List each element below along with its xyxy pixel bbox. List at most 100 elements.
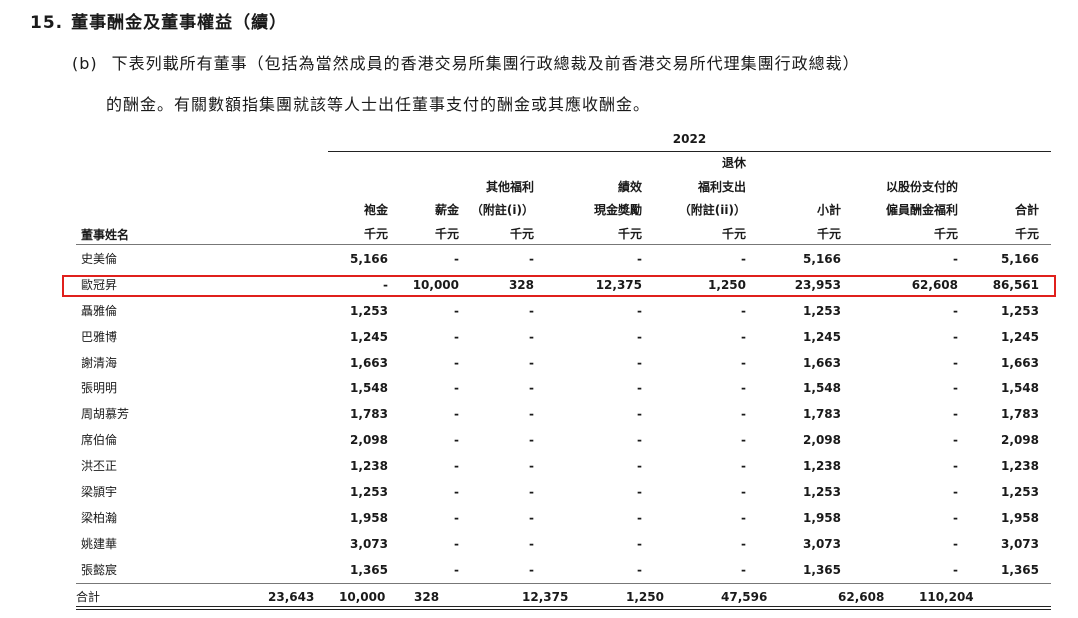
value-cell: 2,098 [1001, 433, 1039, 448]
value-cell: 1,245 [1001, 329, 1039, 344]
total-rule-bottom [76, 606, 1051, 607]
column-header-line: 績效 [617, 179, 642, 194]
total-rule-top [76, 583, 1051, 584]
table-row: 姚建華 3,073- - - -3,073-3,073 [76, 532, 1051, 558]
column-header-line: （附註(i)） [470, 203, 534, 217]
value-cell: - [637, 485, 642, 500]
column-header-line: 退休 [721, 156, 746, 170]
column-header-line: 以股份支付的 [885, 179, 958, 194]
table-row: 歐冠昇 -10,000 328 12,375 1,250 23,953 62,608 86,5… [76, 273, 1051, 299]
table-row: 謝清海 1,663- - - -1,663-1,663 [76, 351, 1051, 377]
value-cell: - [529, 355, 534, 370]
value-cell: - [637, 536, 642, 551]
table-row: 史美倫 5,166- - - -5,166-5,166 [76, 247, 1051, 273]
value-cell: - [637, 303, 642, 318]
column-header-8: 合計 千元 [919, 199, 1039, 246]
director-name: 巴雅博 [81, 329, 118, 344]
year-header: 2022 [672, 132, 707, 146]
section-title: 董事酬金及董事權益（續） [71, 13, 288, 33]
column-unit: 千元 [617, 226, 642, 241]
director-name: 席伯倫 [81, 433, 118, 448]
director-name: 梁頴宇 [81, 485, 118, 500]
column-header-line: 其他福利 [485, 179, 534, 194]
total-rule-bottom-double [76, 609, 1051, 610]
director-name: 張明明 [81, 381, 118, 396]
director-name: 梁柏瀚 [81, 510, 118, 525]
value-cell: - [529, 485, 534, 500]
value-cell: - [637, 381, 642, 396]
table-body: 史美倫 5,166- - - -5,166-5,166 歐冠昇 -10,000 328 12,3… [76, 247, 1051, 584]
column-unit: 千元 [1014, 226, 1039, 241]
director-name: 歐冠昇 [81, 277, 118, 292]
value-cell: 1,253 [803, 485, 841, 500]
value-cell: 12,375 [595, 277, 642, 292]
value-cell: - [529, 381, 534, 396]
column-header-line: 福利支出 [697, 179, 746, 194]
value-cell: 1,253 [1001, 485, 1039, 500]
column-unit: 千元 [509, 226, 534, 241]
value-cell: - [637, 355, 642, 370]
value-cell: 1,958 [803, 510, 841, 525]
director-name: 姚建華 [81, 536, 118, 551]
table-row: 張懿宸 1,365- - - -1,365-1,365 [76, 558, 1051, 584]
value-cell: - [529, 459, 534, 474]
value-cell: 1,253 [1001, 303, 1039, 318]
column-unit: 千元 [816, 226, 841, 241]
value-cell: 1,253 [803, 303, 841, 318]
column-header-line: 現金獎勵 [593, 203, 642, 217]
value-cell: 1,548 [1001, 381, 1039, 396]
column-header-line: 小計 [816, 203, 841, 217]
value-cell: 1,958 [1001, 510, 1039, 525]
value-cell: 1,365 [1001, 562, 1039, 577]
value-cell: 328 [508, 277, 534, 292]
column-header-line: 合計 [1014, 203, 1039, 217]
director-name: 史美倫 [81, 252, 118, 266]
column-header-6: 小計 千元 [721, 199, 841, 246]
table-row: 梁柏瀚 1,958- - - -1,958-1,958 [76, 506, 1051, 532]
value-cell: - [637, 433, 642, 448]
value-cell: - [637, 252, 642, 266]
value-cell: 1,783 [1001, 407, 1039, 422]
section-heading: 15. 董事酬金及董事權益（續） [30, 8, 287, 33]
value-cell: 1,365 [803, 562, 841, 577]
value-cell: - [529, 510, 534, 525]
value-cell: - [637, 459, 642, 474]
value-cell: - [529, 303, 534, 318]
value-cell: - [529, 252, 534, 266]
column-header-4: 績效現金獎勵千元 [522, 176, 642, 247]
value-cell: 5,166 [803, 252, 841, 266]
section-number: 15. [30, 13, 64, 33]
intro-paragraph-line2: 的酬金。有關數額指集團就該等人士出任董事支付的酬金或其應收酬金。 [106, 91, 650, 115]
intro-text-line2: 的酬金。有關數額指集團就該等人士出任董事支付的酬金或其應收酬金。 [106, 95, 651, 114]
table-row: 張明明 1,548- - - -1,548-1,548 [76, 376, 1051, 402]
value-cell: 2,098 [803, 433, 841, 448]
value-cell: - [529, 562, 534, 577]
table-row: 聶雅倫 1,253- - - -1,253-1,253 [76, 299, 1051, 325]
director-name: 張懿宸 [81, 562, 118, 577]
value-cell: 5,166 [1001, 252, 1039, 266]
director-name: 周胡慕芳 [81, 407, 130, 422]
table-row: 周胡慕芳 1,783- - - -1,783-1,783 [76, 402, 1051, 428]
value-cell: 1,548 [803, 381, 841, 396]
value-cell: 23,953 [794, 277, 841, 292]
value-cell: 1,663 [1001, 355, 1039, 370]
value-cell: 1,238 [803, 459, 841, 474]
table-row: 洪丕正 1,238- - - -1,238-1,238 [76, 454, 1051, 480]
intro-paragraph-line1: (b) 下表列載所有董事（包括為當然成員的香港交易所集團行政總裁及前香港交易所代理… [72, 50, 860, 74]
director-name: 洪丕正 [81, 459, 118, 474]
value-cell: - [637, 510, 642, 525]
value-cell: 1,238 [1001, 459, 1039, 474]
director-name: 謝清海 [81, 355, 118, 370]
value-cell: 86,561 [992, 277, 1039, 292]
value-cell: - [529, 407, 534, 422]
value-cell: - [637, 407, 642, 422]
value-cell: 3,073 [803, 536, 841, 551]
table-row: 席伯倫 2,098- - - -2,098-2,098 [76, 428, 1051, 454]
table-row: 巴雅博 1,245- - - -1,245-1,245 [76, 325, 1051, 351]
value-cell: - [637, 329, 642, 344]
director-name: 聶雅倫 [81, 303, 118, 318]
value-cell: 3,073 [1001, 536, 1039, 551]
value-cell: 1,663 [803, 355, 841, 370]
intro-text-line1: 下表列載所有董事（包括為當然成員的香港交易所集團行政總裁及前香港交易所代理集團行… [111, 54, 860, 73]
value-cell: - [529, 536, 534, 551]
